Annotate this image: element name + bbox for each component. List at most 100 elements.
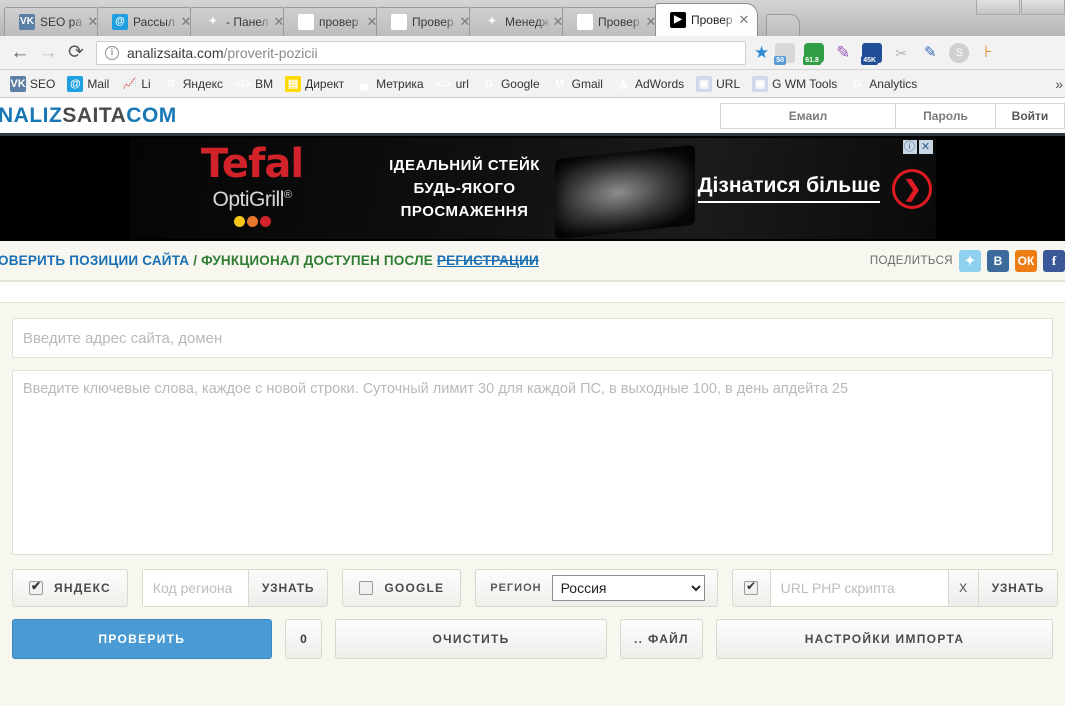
forward-icon[interactable]: →	[34, 39, 62, 67]
browser-tab[interactable]: ✦ Менедж ✕	[469, 7, 572, 36]
browser-tab[interactable]: αβ Провер ✕	[562, 7, 665, 36]
site-domain-input[interactable]	[12, 318, 1053, 358]
page-content: NALIZSAITACOM Емаил Пароль Войти Tefal O…	[0, 98, 1065, 659]
php-url-input[interactable]	[770, 570, 949, 606]
login-button[interactable]: Войти	[995, 102, 1065, 129]
google-icon: G	[852, 77, 862, 90]
clip-icon[interactable]: ✂	[891, 43, 911, 63]
email-field[interactable]: Емаил	[720, 102, 895, 129]
bookmark-seo[interactable]: VK SEO	[4, 74, 61, 94]
keywords-input[interactable]	[12, 370, 1053, 555]
php-lookup-button[interactable]: УЗНАТЬ	[978, 570, 1058, 606]
bookmark-gmail[interactable]: M Gmail	[546, 74, 609, 94]
back-icon[interactable]: ←	[6, 39, 34, 67]
region-select[interactable]: Россия	[551, 575, 705, 601]
google-checkbox-row[interactable]: GOOGLE	[343, 570, 460, 606]
tab-label: Провер	[412, 15, 454, 29]
maximize-button[interactable]	[1021, 0, 1065, 15]
region-code-input[interactable]	[142, 570, 249, 606]
region-code-lookup-button[interactable]: УЗНАТЬ	[248, 570, 328, 606]
import-settings-button[interactable]: НАСТРОЙКИ ИМПОРТА	[716, 619, 1053, 659]
bookmark-bm[interactable]: </> BM	[229, 74, 279, 94]
ad-info-icon[interactable]: ⓘ	[902, 140, 917, 154]
site-info-icon[interactable]: i	[105, 45, 119, 60]
seo-meter-icon[interactable]: 50	[774, 42, 796, 65]
pr-badge-icon[interactable]: 61.8	[803, 42, 825, 65]
site-header: NALIZSAITACOM Емаил Пароль Войти	[0, 98, 1065, 136]
ad-brand-name: Tefal	[200, 141, 304, 187]
bookmark-label: SEO	[30, 76, 56, 91]
bookmark-mail[interactable]: @ Mail	[61, 74, 115, 94]
facebook-share-icon[interactable]: f	[1043, 249, 1065, 272]
bookmark-yandex[interactable]: Я Яндекс	[157, 74, 229, 94]
ad-close-icon[interactable]: ✕	[918, 140, 933, 154]
bookmark-label: AdWords	[634, 76, 685, 91]
php-checkbox[interactable]	[744, 579, 759, 595]
page-title: ОВЕРИТЬ ПОЗИЦИИ САЙТА	[0, 253, 190, 268]
skype-icon[interactable]: S	[949, 42, 970, 63]
browser-tab-active[interactable]: ▶ Провер ✕	[655, 3, 758, 36]
ad-slogan-line: БУДЬ-ЯКОГО	[413, 180, 516, 197]
login-box: Емаил Пароль Войти	[720, 102, 1065, 129]
site-logo[interactable]: NALIZSAITACOM	[0, 104, 177, 128]
registration-link[interactable]: РЕГИСТРАЦИИ	[437, 253, 539, 268]
bookmark-label: Директ	[305, 76, 345, 91]
bookmark-direct[interactable]: ▤ Директ	[279, 74, 350, 94]
ad-banner[interactable]: Tefal OptiGrill® ІДЕАЛЬНИЙ СТЕЙК БУДЬ-ЯК…	[129, 138, 936, 239]
browser-tab[interactable]: αβ Провер ✕	[376, 7, 479, 36]
clear-button[interactable]: ОЧИСТИТЬ	[335, 619, 607, 659]
address-bar[interactable]: i analizsaita.com/proverit-pozicii	[96, 40, 746, 65]
direct-icon: ▤	[285, 75, 302, 92]
file-button[interactable]: .. ФАЙЛ	[619, 619, 704, 659]
bookmark-star-icon[interactable]: ★	[754, 43, 769, 63]
browser-tab[interactable]: VK SEO ра ✕	[4, 7, 107, 36]
vkontakte-share-icon[interactable]: В	[987, 249, 1009, 272]
bookmark-label: BM	[255, 76, 274, 91]
bookmark-label: Google	[500, 76, 540, 91]
new-tab-button[interactable]	[766, 14, 800, 36]
ab-icon: αβ	[391, 14, 407, 30]
google-checkbox[interactable]	[359, 581, 374, 595]
bookmark-url-folder[interactable]: ▣ URL	[690, 74, 746, 94]
keyword-count-badge: 0	[284, 619, 323, 659]
feather-icon[interactable]: ✎	[833, 43, 853, 63]
advertisement-strip: Tefal OptiGrill® ІДЕАЛЬНИЙ СТЕЙК БУДЬ-ЯК…	[0, 136, 1065, 241]
joomla-icon: ✦	[487, 16, 497, 27]
php-checkbox-row[interactable]	[733, 570, 771, 606]
ruler-icon[interactable]: ⊦	[978, 43, 998, 63]
bookmark-analytics[interactable]: G Analytics	[843, 74, 923, 94]
position-check-form: ЯНДЕКС УЗНАТЬ GOOGLE РЕГИОН Россия	[0, 281, 1065, 659]
logo-part-1: NALIZ	[0, 103, 63, 127]
bookmarks-overflow-icon[interactable]: »	[1055, 76, 1063, 92]
password-field[interactable]: Пароль	[895, 102, 995, 129]
tab-label: провер	[319, 15, 359, 29]
url-host: analizsaita.com	[127, 44, 224, 61]
yandex-checkbox[interactable]	[29, 579, 43, 595]
odnoklassniki-share-icon[interactable]: ОК	[1015, 249, 1037, 272]
google-group: GOOGLE	[342, 569, 462, 607]
ad-call-to-action[interactable]: Дізнатися більше ❯	[695, 168, 936, 209]
check-button[interactable]: ПРОВЕРИТЬ	[12, 619, 272, 659]
minimize-button[interactable]	[976, 0, 1020, 15]
bookmark-li[interactable]: 📈 Li	[115, 74, 156, 94]
bookmark-url[interactable]: </> url	[430, 74, 475, 94]
bookmark-gwmtools[interactable]: ▣ G WM Tools	[746, 74, 843, 94]
bookmark-metrika[interactable]: ▄ Метрика	[350, 74, 429, 94]
browser-tab[interactable]: ✦ - Панел ✕	[190, 7, 293, 36]
share-box: ПОДЕЛИТЬСЯ ✦ В ОК f	[870, 249, 1065, 272]
bookmarks-bar: VK SEO @ Mail 📈 Li Я Яндекс </> BM ▤ Директ ▄ М…	[0, 70, 1065, 98]
bookmark-google[interactable]: G Google	[475, 74, 546, 94]
browser-tab[interactable]: αβ провер ✕	[283, 7, 386, 36]
eyedropper-icon[interactable]: ✎	[920, 43, 940, 63]
traffic-icon[interactable]: 45K	[861, 42, 883, 65]
php-clear-button[interactable]: X	[948, 570, 979, 606]
twitter-share-icon[interactable]: ✦	[959, 249, 981, 272]
php-script-group: X УЗНАТЬ	[731, 569, 1059, 607]
reload-icon[interactable]: ⟳	[62, 39, 90, 67]
browser-tab[interactable]: @ Рассыл ✕	[97, 7, 200, 36]
bookmark-adwords[interactable]: ◮ AdWords	[609, 74, 690, 94]
yandex-checkbox-row[interactable]: ЯНДЕКС	[13, 570, 127, 606]
url-icon: ▣	[752, 75, 769, 92]
tab-close-icon[interactable]: ✕	[737, 12, 751, 28]
browser-chrome: VK SEO ра ✕ @ Рассыл ✕ ✦ - Панел ✕ αβ пр…	[0, 0, 1065, 98]
